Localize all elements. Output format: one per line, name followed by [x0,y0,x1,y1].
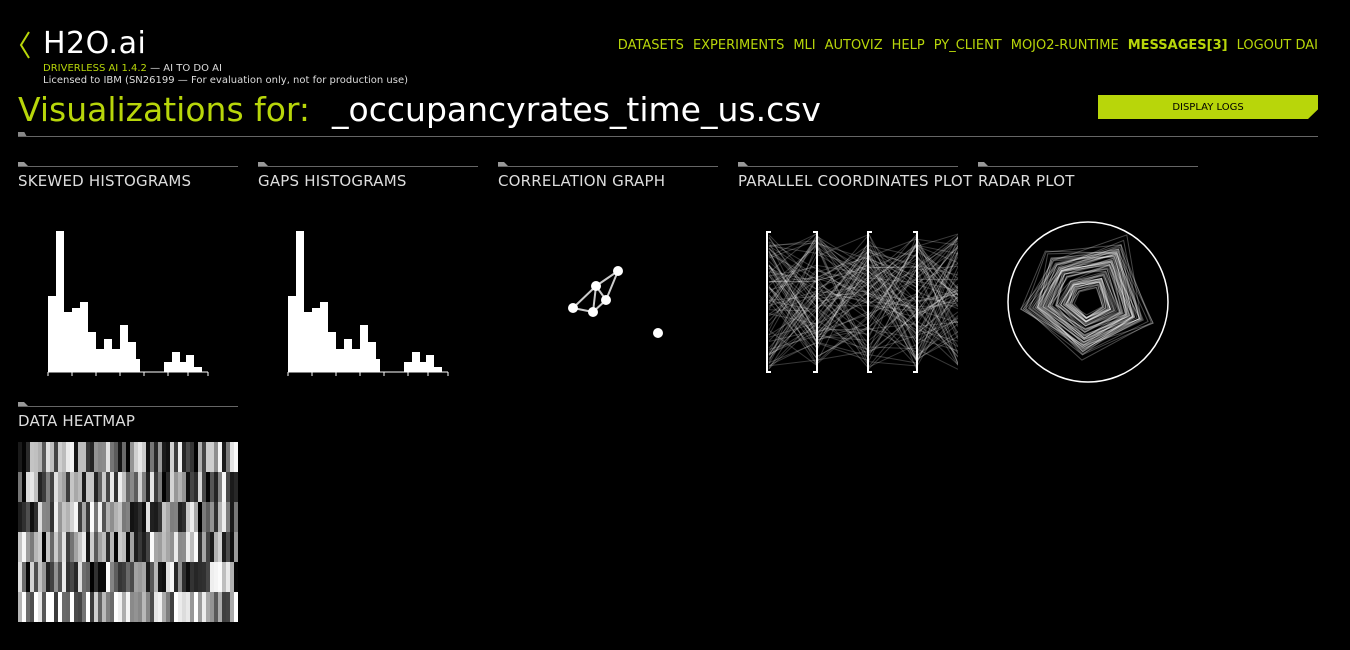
nav-datasets[interactable]: DATASETS [618,38,684,53]
dataset-name: _occupancyrates_time_us.csv [332,90,821,129]
card-divider [498,166,718,167]
nav-mli[interactable]: MLI [793,38,815,53]
card-divider [258,166,478,167]
card-title: GAPS HISTOGRAMS [258,172,407,190]
card-title: RADAR PLOT [978,172,1075,190]
correlation-graph-thumbnail [568,266,663,338]
display-logs-button[interactable]: DISPLAY LOGS [1098,95,1318,119]
card-gaps-histograms[interactable]: GAPS HISTOGRAMS [258,162,478,386]
nav-autoviz[interactable]: AUTOVIZ [825,38,883,53]
card-correlation-graph[interactable]: CORRELATION GRAPH [498,162,718,386]
nav-mojo2-runtime[interactable]: MOJO2-RUNTIME [1011,38,1119,53]
nav-experiments[interactable]: EXPERIMENTS [693,38,784,53]
top-nav: DATASETS EXPERIMENTS MLI AUTOVIZ HELP PY… [618,38,1318,53]
card-divider [18,406,238,407]
parallel-coordinates-thumbnail [766,231,958,373]
card-data-heatmap[interactable]: DATA HEATMAP [18,402,238,626]
card-title: DATA HEATMAP [18,412,136,430]
header-divider [18,136,1318,137]
card-radar-plot[interactable]: RADAR PLOT [978,162,1198,386]
skewed-histogram-thumbnail [47,231,209,376]
card-divider [738,166,958,167]
data-heatmap-thumbnail [18,442,238,622]
card-divider [978,166,1198,167]
page-title-label: Visualizations for: [18,90,311,129]
nav-py-client[interactable]: PY_CLIENT [934,38,1002,53]
brand-logo: H2O.ai [43,26,147,61]
nav-logout[interactable]: LOGOUT DAI [1237,38,1318,53]
card-divider [18,166,238,167]
radar-plot-thumbnail [1007,221,1169,383]
card-title: SKEWED HISTOGRAMS [18,172,192,190]
card-parallel-coordinates[interactable]: PARALLEL COORDINATES PLOT [738,162,972,386]
nav-help[interactable]: HELP [892,38,925,53]
license-text: Licensed to IBM (SN26199 — For evaluatio… [43,75,409,86]
card-title: CORRELATION GRAPH [498,172,666,190]
card-title: PARALLEL COORDINATES PLOT [738,172,973,190]
nav-messages[interactable]: MESSAGES[3] [1128,38,1228,53]
gaps-histogram-thumbnail [287,231,449,376]
back-chevron-icon[interactable] [18,30,32,60]
card-skewed-histograms[interactable]: SKEWED HISTOGRAMS [18,162,238,386]
page-title: Visualizations for: _occupancyrates_time_… [18,90,821,129]
product-version: DRIVERLESS AI 1.4.2 — AI TO DO AI [43,63,222,74]
